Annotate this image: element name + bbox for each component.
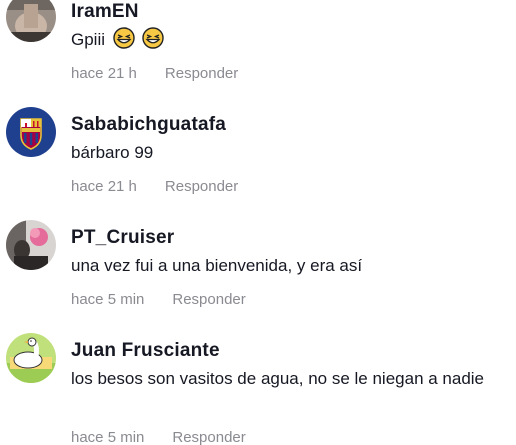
comment-list: IramEN Gpiii hace 21 h Responder Sababic… bbox=[0, 0, 516, 445]
grinning-squinting-face-icon bbox=[113, 27, 135, 57]
avatar[interactable] bbox=[6, 0, 56, 42]
comment-text: los besos son vasitos de agua, no se le … bbox=[71, 369, 485, 388]
comment-text: una vez fui a una bienvenida, y era así bbox=[71, 256, 363, 275]
comment-text: Gpiii bbox=[71, 27, 511, 57]
reply-button[interactable]: Responder bbox=[165, 178, 238, 195]
reply-button[interactable]: Responder bbox=[165, 65, 238, 82]
comment-username[interactable]: Sababichguatafa bbox=[71, 114, 226, 136]
comment-timestamp: hace 21 h bbox=[71, 65, 137, 82]
comment-meta: hace 5 min Responder bbox=[71, 429, 246, 445]
comment-meta: hace 21 h Responder bbox=[71, 65, 238, 82]
comment-timestamp: hace 5 min bbox=[71, 429, 145, 445]
comment-username[interactable]: Juan Frusciante bbox=[71, 340, 220, 362]
avatar[interactable] bbox=[6, 333, 56, 383]
reply-button[interactable]: Responder bbox=[172, 429, 245, 445]
comment-text: bárbaro 99 bbox=[71, 143, 154, 162]
comment-meta: hace 5 min Responder bbox=[71, 291, 246, 308]
comment-timestamp: hace 21 h bbox=[71, 178, 137, 195]
reply-button[interactable]: Responder bbox=[172, 291, 245, 308]
grinning-squinting-face-icon bbox=[142, 27, 165, 57]
comment-timestamp: hace 5 min bbox=[71, 291, 145, 308]
avatar[interactable] bbox=[6, 107, 56, 157]
avatar[interactable] bbox=[6, 220, 56, 270]
comment-username[interactable]: IramEN bbox=[71, 1, 139, 23]
comment-username[interactable]: PT_Cruiser bbox=[71, 227, 174, 249]
comment-meta: hace 21 h Responder bbox=[71, 178, 238, 195]
comment-text-content: Gpiii bbox=[71, 30, 106, 49]
